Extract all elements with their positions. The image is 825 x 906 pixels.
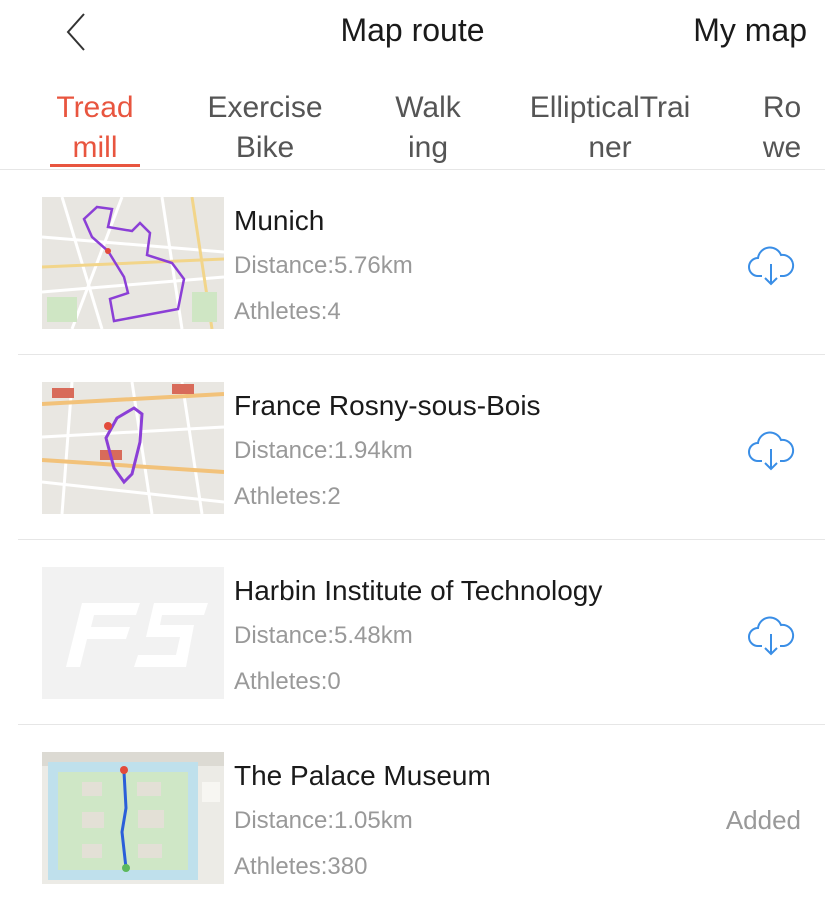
route-name: Munich — [234, 205, 325, 236]
route-map-thumbnail — [42, 752, 224, 884]
tab-label: Walk — [395, 91, 461, 124]
tab-rower[interactable]: Ro we — [752, 88, 812, 168]
tab-exercise-bike[interactable]: Exercise Bike — [200, 88, 330, 168]
route-name: France Rosny-sous-Bois — [234, 390, 541, 421]
route-distance: Distance:1.05km — [234, 807, 413, 834]
tab-label: Bike — [235, 131, 295, 164]
route-distance: Distance:1.94km — [234, 437, 413, 464]
map-thumbnail-image — [42, 197, 224, 329]
route-item-munich[interactable]: Munich Distance:5.76km Athletes:4 — [18, 170, 825, 355]
tab-label: ing — [407, 131, 449, 164]
tab-label: mill — [72, 131, 118, 164]
route-distance: Distance:5.76km — [234, 252, 413, 279]
tab-label: Tread — [56, 91, 134, 124]
top-bar: Map route My map — [0, 0, 825, 68]
download-button[interactable] — [746, 614, 796, 658]
activity-tabs: Tread mill Exercise Bike Walk ing Ellipt… — [0, 82, 825, 170]
map-thumbnail-image — [42, 752, 224, 884]
route-placeholder-thumbnail — [42, 567, 224, 699]
cloud-download-icon — [748, 431, 795, 471]
route-athletes: Athletes:2 — [234, 483, 341, 510]
tab-label: ner — [588, 131, 632, 164]
route-map-thumbnail — [42, 382, 224, 514]
tab-label: Exercise — [207, 91, 323, 124]
cloud-download-icon — [748, 616, 795, 656]
my-map-button[interactable]: My map — [693, 12, 807, 49]
route-item-harbin-institute[interactable]: Harbin Institute of Technology Distance:… — [18, 540, 825, 725]
route-name: The Palace Museum — [234, 760, 491, 791]
map-thumbnail-image — [42, 382, 224, 514]
added-status: Added — [725, 805, 801, 835]
tab-walking[interactable]: Walk ing — [385, 88, 471, 168]
cloud-download-icon — [748, 246, 795, 286]
route-athletes: Athletes:380 — [234, 853, 368, 880]
route-map-thumbnail — [42, 197, 224, 329]
tab-label: Ro — [762, 91, 802, 124]
route-item-palace-museum[interactable]: The Palace Museum Distance:1.05km Athlet… — [18, 725, 825, 906]
route-athletes: Athletes:0 — [234, 668, 341, 695]
tab-elliptical-trainer[interactable]: EllipticalTrai ner — [515, 88, 705, 168]
tab-label: EllipticalTrai — [529, 91, 691, 124]
download-button[interactable] — [746, 244, 796, 288]
route-name: Harbin Institute of Technology — [234, 575, 603, 606]
route-item-rosny-sous-bois[interactable]: France Rosny-sous-Bois Distance:1.94km A… — [18, 355, 825, 540]
tab-label: we — [762, 131, 802, 164]
route-distance: Distance:5.48km — [234, 622, 413, 649]
tab-treadmill[interactable]: Tread mill — [50, 88, 140, 168]
active-tab-indicator — [50, 164, 140, 167]
route-list: Munich Distance:5.76km Athletes:4 France… — [0, 170, 825, 906]
route-athletes: Athletes:4 — [234, 298, 341, 325]
download-button[interactable] — [746, 429, 796, 473]
brand-logo-watermark — [42, 567, 224, 699]
